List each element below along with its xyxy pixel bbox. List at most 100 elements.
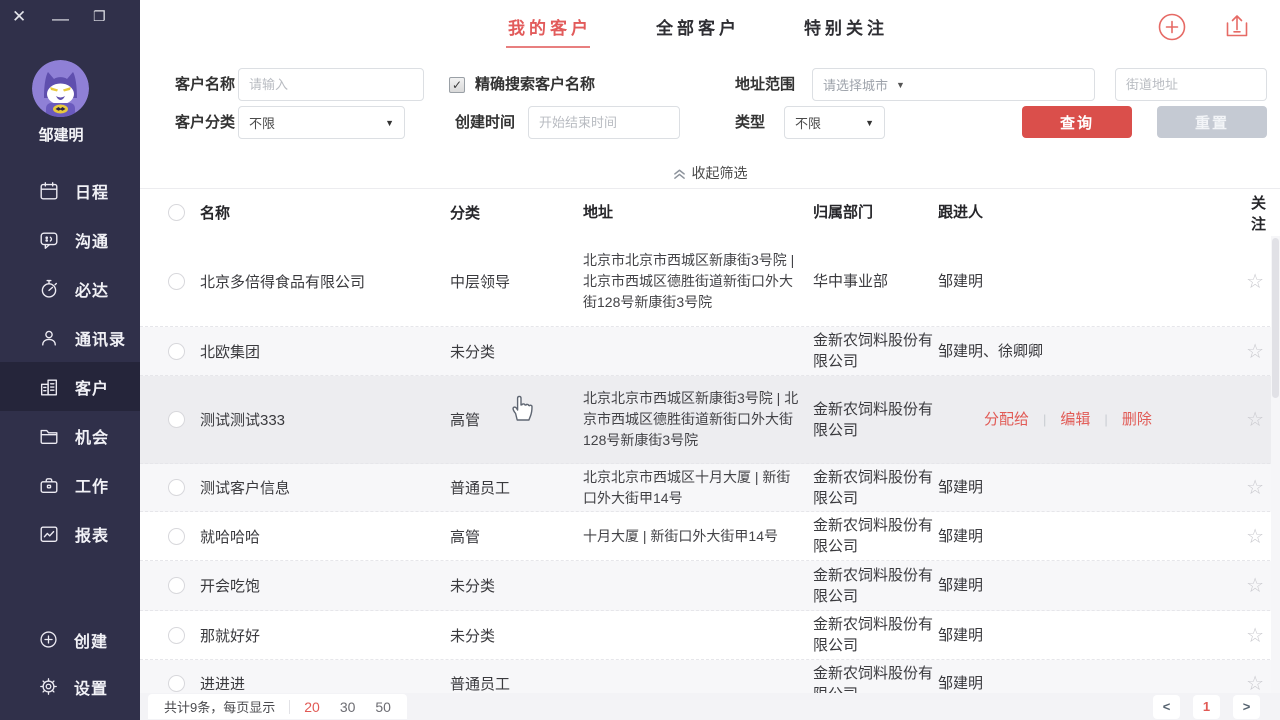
- customer-department: 金新农饲料股份有限公司: [813, 399, 938, 441]
- table-row[interactable]: 进进进 普通员工 金新农饲料股份有限公司 邹建明 ☆: [140, 660, 1280, 693]
- tab-bar: 我的客户 全部客户 特别关注: [140, 0, 1280, 55]
- chevron-down-icon: ▼: [896, 80, 905, 90]
- window-close-button[interactable]: ✕: [12, 7, 26, 27]
- favorite-star-icon[interactable]: ☆: [1246, 625, 1264, 647]
- customer-follower: 邹建明: [938, 673, 1238, 693]
- page-size-20[interactable]: 20: [304, 699, 320, 715]
- current-page[interactable]: 1: [1193, 695, 1220, 719]
- row-radio[interactable]: [168, 411, 185, 428]
- collapse-filters-link[interactable]: 收起筛选: [140, 158, 1280, 189]
- favorite-star-icon[interactable]: ☆: [1246, 409, 1264, 431]
- row-radio[interactable]: [168, 577, 185, 594]
- reset-button[interactable]: 重置: [1157, 106, 1267, 138]
- customer-department: 金新农饲料股份有限公司: [813, 614, 938, 656]
- prev-page-button[interactable]: <: [1153, 695, 1180, 719]
- customer-category-select[interactable]: 不限 ▼: [238, 106, 405, 139]
- customer-name[interactable]: 北欧集团: [200, 341, 450, 362]
- row-radio[interactable]: [168, 675, 185, 692]
- window-maximize-button[interactable]: ❐: [93, 8, 106, 25]
- edit-action[interactable]: 编辑: [1060, 409, 1090, 430]
- page-size-50[interactable]: 50: [375, 699, 391, 715]
- settings-button[interactable]: 设置: [0, 663, 140, 710]
- customer-name[interactable]: 开会吃饱: [200, 575, 450, 596]
- avatar[interactable]: [32, 60, 89, 117]
- page-size-box: 共计9条，每页显示 20 30 50: [148, 694, 407, 719]
- exact-search-checkbox[interactable]: ✓: [449, 77, 465, 93]
- next-page-button[interactable]: >: [1233, 695, 1260, 719]
- customer-category: 未分类: [450, 341, 583, 362]
- table-row[interactable]: 开会吃饱 未分类 金新农饲料股份有限公司 邹建明 ☆: [140, 561, 1280, 611]
- search-button[interactable]: 查询: [1022, 106, 1132, 138]
- table-row[interactable]: 北京多倍得食品有限公司 中层领导 北京市北京市西城区新康街3号院 | 北京市西城…: [140, 236, 1280, 327]
- column-header-address: 地址: [583, 202, 813, 223]
- table-row[interactable]: 就哈哈哈 高管 十月大厦 | 新街口外大街甲14号 金新农饲料股份有限公司 邹建…: [140, 512, 1280, 561]
- column-header-category: 分类: [450, 202, 583, 223]
- sidebar-item-reports[interactable]: 报表: [0, 509, 140, 558]
- favorite-star-icon[interactable]: ☆: [1246, 526, 1264, 548]
- customer-name-input[interactable]: [238, 68, 424, 101]
- delete-action[interactable]: 删除: [1122, 409, 1152, 430]
- table-row[interactable]: 那就好好 未分类 金新农饲料股份有限公司 邹建明 ☆: [140, 611, 1280, 660]
- table-row[interactable]: 北欧集团 未分类 金新农饲料股份有限公司 邹建明、徐卿卿 ☆: [140, 327, 1280, 376]
- export-icon[interactable]: [1222, 12, 1252, 42]
- customer-name[interactable]: 那就好好: [200, 625, 450, 646]
- street-address-input[interactable]: [1115, 68, 1267, 101]
- create-button[interactable]: 创建: [0, 616, 140, 663]
- window-minimize-button[interactable]: —: [52, 9, 69, 29]
- customer-department: 华中事业部: [813, 271, 938, 292]
- row-radio[interactable]: [168, 273, 185, 290]
- city-select-value: 请选择城市: [823, 75, 888, 94]
- sidebar-menu: 日程 沟通 必达 通讯录 客户: [0, 166, 140, 558]
- type-select-value: 不限: [795, 113, 821, 132]
- select-all-radio[interactable]: [168, 204, 185, 221]
- tab-my-customers[interactable]: 我的客户: [508, 0, 592, 55]
- table-row-hovered[interactable]: 测试测试333 高管 北京北京市西城区新康街3号院 | 北京市西城区德胜街道新街…: [140, 376, 1280, 464]
- stopwatch-icon: [38, 278, 60, 300]
- row-radio[interactable]: [168, 627, 185, 644]
- scrollbar-thumb[interactable]: [1272, 238, 1279, 398]
- customer-name[interactable]: 北京多倍得食品有限公司: [200, 271, 450, 292]
- favorite-star-icon[interactable]: ☆: [1246, 271, 1264, 293]
- row-radio[interactable]: [168, 343, 185, 360]
- row-actions: 分配给 | 编辑 | 删除: [938, 409, 1238, 430]
- sidebar-item-schedule[interactable]: 日程: [0, 166, 140, 215]
- row-radio[interactable]: [168, 479, 185, 496]
- sidebar-item-bida[interactable]: 必达: [0, 264, 140, 313]
- tab-special-follow[interactable]: 特别关注: [804, 0, 888, 55]
- page-size-30[interactable]: 30: [340, 699, 356, 715]
- sidebar-item-communication[interactable]: 沟通: [0, 215, 140, 264]
- customer-department: 金新农饲料股份有限公司: [813, 565, 938, 607]
- customer-follower: 邹建明: [938, 575, 1238, 596]
- company-icon: [38, 376, 60, 398]
- city-select[interactable]: 请选择城市 ▼: [812, 68, 1095, 101]
- exact-search-label: 精确搜索客户名称: [475, 68, 595, 101]
- add-customer-icon[interactable]: [1157, 12, 1187, 42]
- sidebar-item-contacts[interactable]: 通讯录: [0, 313, 140, 362]
- favorite-star-icon[interactable]: ☆: [1246, 477, 1264, 499]
- chevron-double-up-icon: [673, 167, 686, 180]
- sidebar-item-work[interactable]: 工作: [0, 460, 140, 509]
- sidebar-item-opportunities[interactable]: 机会: [0, 411, 140, 460]
- customer-name[interactable]: 进进进: [200, 673, 450, 693]
- tab-all-customers[interactable]: 全部客户: [656, 0, 740, 55]
- favorite-star-icon[interactable]: ☆: [1246, 673, 1264, 693]
- type-select[interactable]: 不限 ▼: [784, 106, 885, 139]
- sidebar-item-label: 日程: [75, 179, 109, 203]
- customer-department: 金新农饲料股份有限公司: [813, 515, 938, 557]
- customer-follower: 邹建明: [938, 271, 1238, 292]
- customer-name[interactable]: 就哈哈哈: [200, 526, 450, 547]
- customer-name[interactable]: 测试客户信息: [200, 477, 450, 498]
- table-row[interactable]: 测试客户信息 普通员工 北京北京市西城区十月大厦 | 新街口外大街甲14号 金新…: [140, 464, 1280, 512]
- sidebar-item-label: 通讯录: [75, 326, 126, 350]
- customer-category: 未分类: [450, 625, 583, 646]
- favorite-star-icon[interactable]: ☆: [1246, 341, 1264, 363]
- favorite-star-icon[interactable]: ☆: [1246, 575, 1264, 597]
- customer-category: 高管: [450, 526, 583, 547]
- sidebar-item-customers[interactable]: 客户: [0, 362, 140, 411]
- assign-action[interactable]: 分配给: [984, 409, 1029, 430]
- create-time-input[interactable]: [528, 106, 680, 139]
- customer-follower: 邹建明: [938, 625, 1238, 646]
- customer-name[interactable]: 测试测试333: [200, 409, 450, 430]
- vertical-scrollbar[interactable]: [1271, 236, 1280, 693]
- row-radio[interactable]: [168, 528, 185, 545]
